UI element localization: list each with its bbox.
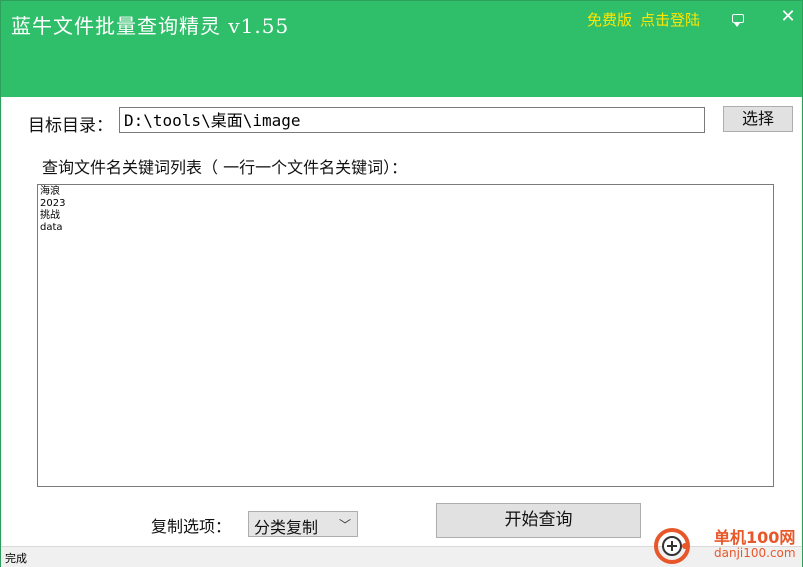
status-text: 完成: [5, 552, 27, 565]
free-version-link[interactable]: 免费版: [587, 11, 632, 29]
login-link[interactable]: 点击登陆: [640, 11, 700, 29]
copy-option-label: 复制选项：: [151, 517, 232, 536]
keyword-line: data: [40, 222, 63, 233]
message-icon[interactable]: [728, 7, 748, 27]
chevron-down-icon: ﹀: [338, 518, 351, 532]
title-bar: 蓝牛文件批量查询精灵 v1.55 免费版 点击登陆 ✕: [1, 1, 802, 97]
keywords-textarea[interactable]: 海浪 2023 挑战 data: [37, 184, 774, 487]
keywords-label: 查询文件名关键词列表（ 一行一个文件名关键词）：: [42, 158, 408, 177]
app-window: 蓝牛文件批量查询精灵 v1.55 免费版 点击登陆 ✕ 目标目录： D:\tool…: [0, 0, 803, 567]
app-title: 蓝牛文件批量查询精灵 v1.55: [11, 14, 290, 38]
header-links: 免费版 点击登陆: [587, 9, 700, 30]
keyword-line: 2023: [40, 198, 66, 209]
close-icon[interactable]: ✕: [778, 7, 798, 27]
watermark: 单机100网 danji100.com: [652, 522, 802, 567]
keyword-line: 挑战: [40, 210, 60, 221]
start-query-button[interactable]: 开始查询: [436, 503, 641, 538]
watermark-url: danji100.com: [714, 546, 796, 560]
watermark-logo-icon: [654, 528, 690, 564]
keyword-line: 海浪: [40, 186, 60, 197]
choose-button[interactable]: 选择: [723, 106, 793, 132]
target-dir-input[interactable]: D:\tools\桌面\image: [119, 107, 705, 133]
watermark-name: 单机100网: [714, 528, 796, 547]
copy-option-value: 分类复制: [254, 518, 319, 537]
copy-option-select[interactable]: 分类复制 ﹀: [248, 511, 358, 537]
target-dir-label: 目标目录：: [28, 116, 113, 136]
